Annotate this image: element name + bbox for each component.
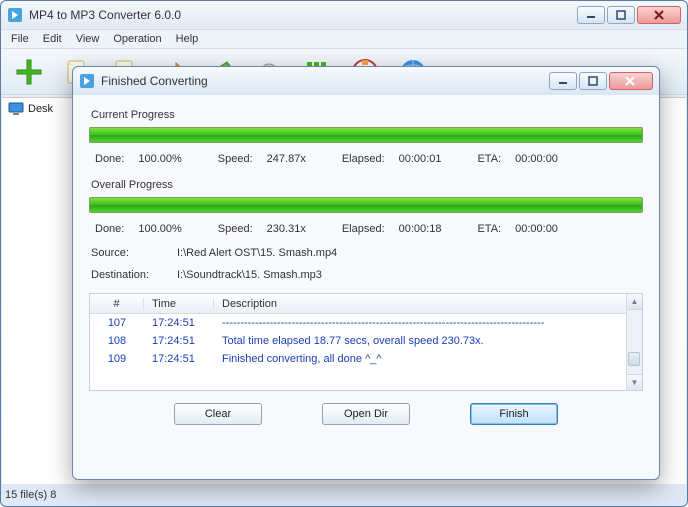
overall-progress-bar <box>89 197 643 213</box>
log-row[interactable]: 108 17:24:51 Total time elapsed 18.77 se… <box>90 332 642 350</box>
dialog-minimize-button[interactable] <box>549 72 577 90</box>
log-row[interactable]: 107 17:24:51 ---------------------------… <box>90 314 642 332</box>
log-cell-num: 109 <box>90 353 144 365</box>
log-cell-desc: ----------------------------------------… <box>214 317 642 329</box>
source-label: Source: <box>91 247 157 259</box>
current-progress-fill <box>90 128 642 142</box>
log-cell-desc: Total time elapsed 18.77 secs, overall s… <box>214 335 642 347</box>
app-icon <box>7 7 23 23</box>
log-cell-time: 17:24:51 <box>144 353 214 365</box>
dialog-titlebar: Finished Converting <box>73 67 659 95</box>
scroll-up-icon[interactable]: ▲ <box>627 294 642 310</box>
main-titlebar: MP4 to MP3 Converter 6.0.0 <box>1 1 687 29</box>
dialog-window-controls <box>549 72 653 90</box>
overall-elapsed-label: Elapsed: <box>342 223 385 235</box>
open-dir-button[interactable]: Open Dir <box>322 403 410 425</box>
close-button[interactable] <box>637 6 681 24</box>
status-text: 15 file(s) 8 <box>5 489 56 501</box>
current-done-value: 100.00% <box>138 153 181 165</box>
overall-progress-label: Overall Progress <box>91 179 643 191</box>
menu-file[interactable]: File <box>11 33 29 45</box>
main-title: MP4 to MP3 Converter 6.0.0 <box>29 8 577 22</box>
monitor-icon <box>8 102 24 116</box>
overall-elapsed-value: 00:00:18 <box>399 223 442 235</box>
current-stats: Done: 100.00% Speed: 247.87x Elapsed: 00… <box>89 153 643 175</box>
log-header-time[interactable]: Time <box>144 298 214 310</box>
overall-eta-value: 00:00:00 <box>515 223 558 235</box>
source-row: Source: I:\Red Alert OST\15. Smash.mp4 <box>89 245 643 261</box>
current-elapsed-value: 00:00:01 <box>399 153 442 165</box>
finished-dialog: Finished Converting Current Progress Don… <box>72 66 660 480</box>
statusbar: 15 file(s) 8 <box>5 486 56 504</box>
log-cell-num: 107 <box>90 317 144 329</box>
overall-speed-label: Speed: <box>218 223 253 235</box>
current-progress-label: Current Progress <box>91 109 643 121</box>
menu-view[interactable]: View <box>76 33 100 45</box>
current-speed-label: Speed: <box>218 153 253 165</box>
current-progress-bar <box>89 127 643 143</box>
current-done-label: Done: <box>95 153 124 165</box>
source-path: I:\Red Alert OST\15. Smash.mp4 <box>177 247 337 259</box>
current-elapsed-label: Elapsed: <box>342 153 385 165</box>
overall-eta-label: ETA: <box>477 223 501 235</box>
finish-button[interactable]: Finish <box>470 403 558 425</box>
menubar: File Edit View Operation Help <box>1 29 687 49</box>
destination-label: Destination: <box>91 269 157 281</box>
menu-operation[interactable]: Operation <box>113 33 161 45</box>
log-header-desc[interactable]: Description <box>214 298 642 310</box>
log-scrollbar[interactable]: ▲ ▼ <box>626 294 642 390</box>
current-speed-value: 247.87x <box>267 153 306 165</box>
log-row[interactable]: 109 17:24:51 Finished converting, all do… <box>90 350 642 368</box>
overall-progress-fill <box>90 198 642 212</box>
dialog-body: Current Progress Done: 100.00% Speed: 24… <box>73 95 659 431</box>
scroll-thumb[interactable] <box>628 352 640 366</box>
log-cell-desc: Finished converting, all done ^_^ <box>214 353 642 365</box>
overall-done-value: 100.00% <box>138 223 181 235</box>
menu-help[interactable]: Help <box>176 33 199 45</box>
add-icon[interactable] <box>11 54 47 90</box>
overall-stats: Done: 100.00% Speed: 230.31x Elapsed: 00… <box>89 223 643 245</box>
log-header: # Time Description <box>90 294 642 314</box>
maximize-button[interactable] <box>607 6 635 24</box>
dialog-app-icon <box>79 73 95 89</box>
current-eta-value: 00:00:00 <box>515 153 558 165</box>
destination-path: I:\Soundtrack\15. Smash.mp3 <box>177 269 322 281</box>
destination-row: Destination: I:\Soundtrack\15. Smash.mp3 <box>89 267 643 283</box>
log-rows: 107 17:24:51 ---------------------------… <box>90 314 642 390</box>
menu-edit[interactable]: Edit <box>43 33 62 45</box>
log-cell-num: 108 <box>90 335 144 347</box>
log-header-num[interactable]: # <box>90 298 144 310</box>
scroll-down-icon[interactable]: ▼ <box>627 374 642 390</box>
overall-done-label: Done: <box>95 223 124 235</box>
dialog-close-button[interactable] <box>609 72 653 90</box>
tree-item-label: Desk <box>28 103 53 115</box>
dialog-title: Finished Converting <box>101 74 549 88</box>
log-cell-time: 17:24:51 <box>144 317 214 329</box>
current-eta-label: ETA: <box>477 153 501 165</box>
dialog-buttons: Clear Open Dir Finish <box>89 403 643 425</box>
dialog-maximize-button[interactable] <box>579 72 607 90</box>
clear-button[interactable]: Clear <box>174 403 262 425</box>
log-cell-time: 17:24:51 <box>144 335 214 347</box>
log-box: # Time Description 107 17:24:51 --------… <box>89 293 643 391</box>
minimize-button[interactable] <box>577 6 605 24</box>
main-window-controls <box>577 6 681 24</box>
overall-speed-value: 230.31x <box>267 223 306 235</box>
